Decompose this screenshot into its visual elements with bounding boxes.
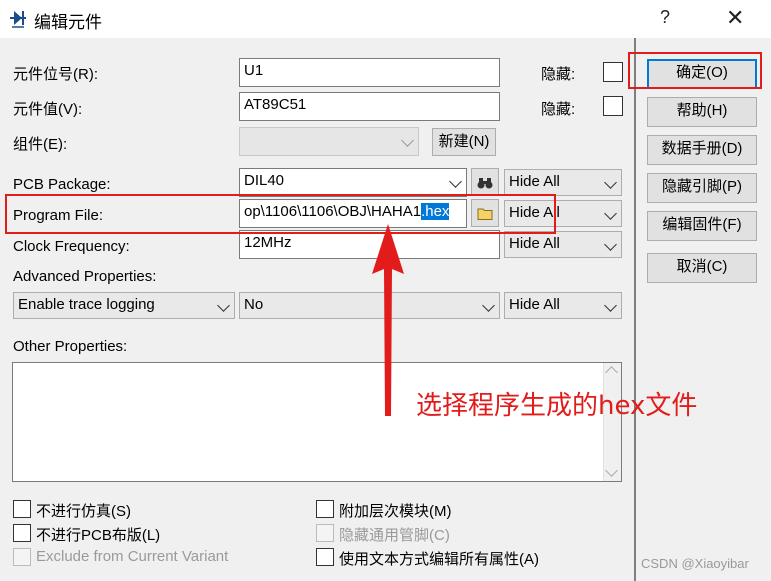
advanced-visibility-value: Hide All [509, 296, 560, 313]
pcb-label: PCB Package: [13, 176, 111, 193]
ref-input[interactable]: U1 [239, 58, 500, 87]
other-properties-label: Other Properties: [13, 338, 128, 355]
edit-as-text-checkbox[interactable] [316, 548, 334, 566]
clock-visibility-select[interactable]: Hide All [504, 231, 622, 258]
attach-module-checkbox[interactable] [316, 500, 334, 518]
ref-label: 元件位号(R): [13, 66, 98, 83]
datasheet-button[interactable]: 数据手册(D) [647, 135, 757, 165]
help-icon[interactable]: ? [660, 7, 670, 28]
annotation-arrow [372, 224, 404, 416]
ok-highlight-box [628, 52, 762, 89]
component-icon [10, 11, 26, 28]
ref-hidden-label: 隐藏: [541, 66, 576, 83]
hide-common-pins-label: 隐藏通用管脚(C) [339, 527, 450, 544]
annotation-text: 选择程序生成的hex文件 [416, 391, 698, 421]
help-button[interactable]: 帮助(H) [647, 97, 757, 127]
clock-visibility-value: Hide All [509, 235, 560, 252]
exclude-variant-label: Exclude from Current Variant [36, 548, 229, 565]
hide-pins-button[interactable]: 隐藏引脚(P) [647, 173, 757, 203]
advanced-property-value: Enable trace logging [18, 296, 155, 313]
no-pcb-checkbox[interactable] [13, 524, 31, 542]
scroll-up-icon[interactable] [605, 366, 618, 379]
hide-common-pins-checkbox [316, 524, 334, 542]
no-sim-label: 不进行仿真(S) [36, 503, 131, 520]
no-pcb-label: 不进行PCB布版(L) [36, 527, 161, 544]
exclude-variant-checkbox [13, 548, 31, 566]
ref-hidden-checkbox[interactable] [603, 62, 623, 82]
title-bar [0, 0, 771, 38]
no-sim-checkbox[interactable] [13, 500, 31, 518]
cancel-button[interactable]: 取消(C) [647, 253, 757, 283]
edit-as-text-label: 使用文本方式编辑所有属性(A) [339, 551, 539, 568]
new-button[interactable]: 新建(N) [432, 128, 496, 156]
value-input[interactable]: AT89C51 [239, 92, 500, 121]
value-hidden-checkbox[interactable] [603, 96, 623, 116]
advanced-property-select[interactable]: Enable trace logging [13, 292, 235, 319]
binoculars-icon [477, 177, 493, 189]
textarea-scrollbar[interactable] [603, 363, 621, 481]
watermark: CSDN @Xiaoyibar [641, 556, 749, 571]
advanced-value: No [244, 296, 264, 313]
group-select [239, 127, 419, 156]
pcb-visibility-value: Hide All [509, 173, 560, 190]
pcb-value: DIL40 [244, 172, 285, 189]
advanced-properties-label: Advanced Properties: [13, 268, 157, 285]
pcb-visibility-select[interactable]: Hide All [504, 169, 622, 196]
pcb-select[interactable]: DIL40 [239, 168, 467, 197]
browse-package-button[interactable] [471, 168, 499, 196]
value-hidden-label: 隐藏: [541, 101, 576, 118]
other-properties-textarea[interactable] [12, 362, 622, 482]
scroll-down-icon[interactable] [605, 464, 618, 477]
value-label: 元件值(V): [13, 101, 83, 118]
vertical-separator [634, 38, 636, 581]
edit-firmware-button[interactable]: 编辑固件(F) [647, 211, 757, 241]
close-icon[interactable]: ✕ [726, 5, 744, 31]
window-title: 编辑元件 [34, 13, 102, 32]
advanced-visibility-select[interactable]: Hide All [504, 292, 622, 319]
clock-label: Clock Frequency: [13, 238, 130, 255]
attach-module-label: 附加层次模块(M) [339, 503, 452, 520]
program-file-highlight-box [5, 194, 556, 234]
group-label: 组件(E): [13, 136, 68, 153]
